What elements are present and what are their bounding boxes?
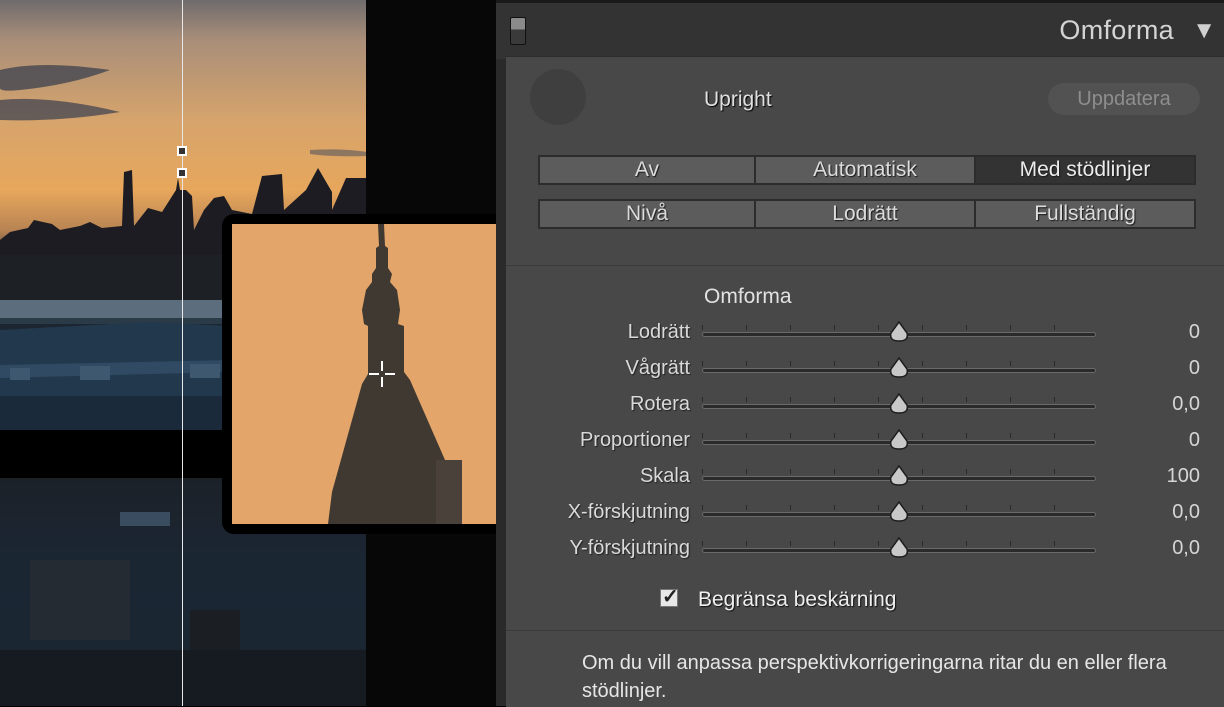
divider <box>506 265 1224 266</box>
panel-switch-toggle[interactable] <box>510 17 526 45</box>
guide-handle-bottom[interactable] <box>177 168 187 178</box>
slider-row: Skala 100 <box>506 463 1224 493</box>
slider-thumb[interactable] <box>888 501 910 523</box>
slider-row: Rotera 0,0 <box>506 391 1224 421</box>
slider-value[interactable]: 0,0 <box>1172 393 1200 416</box>
slider-thumb[interactable] <box>888 393 910 415</box>
transform-section-title: Omforma <box>704 285 792 308</box>
slider-thumb[interactable] <box>888 537 910 559</box>
slider-row: X-förskjutning 0,0 <box>506 499 1224 529</box>
slider-row: Proportioner 0 <box>506 427 1224 457</box>
slider-value[interactable]: 0 <box>1189 321 1200 344</box>
slider-label: Y-förskjutning <box>569 537 690 559</box>
slider-row: Y-förskjutning 0,0 <box>506 535 1224 565</box>
loupe-spire-image <box>232 224 496 524</box>
slider-thumb[interactable] <box>888 357 910 379</box>
constrain-crop-label[interactable]: Begränsa beskärning <box>698 588 896 612</box>
photo-canvas[interactable] <box>0 0 496 706</box>
loupe-magnifier <box>222 214 496 534</box>
divider <box>506 630 1224 631</box>
panel-body: Upright Uppdatera Av Automatisk Med stöd… <box>506 56 1224 707</box>
constrain-crop-checkbox[interactable]: ✓ <box>660 586 679 608</box>
slider-value[interactable]: 0 <box>1189 357 1200 380</box>
slider-value[interactable]: 0,0 <box>1172 501 1200 524</box>
slider-label: X-förskjutning <box>567 501 690 523</box>
slider-row: Lodrätt 0 <box>506 319 1224 349</box>
help-text: Om du vill anpassa perspektivkorrigering… <box>582 652 1167 702</box>
panel-header[interactable]: Omforma ▼ <box>496 0 1224 59</box>
guide-handle-top[interactable] <box>177 146 187 156</box>
slider-label: Vågrätt <box>625 357 690 379</box>
mode-button-vertical[interactable]: Lodrätt <box>754 199 976 229</box>
mode-button-full[interactable]: Fullständig <box>974 199 1196 229</box>
guide-line[interactable] <box>182 0 183 706</box>
triangle-down-icon[interactable]: ▼ <box>1192 17 1216 45</box>
mode-button-off[interactable]: Av <box>538 155 756 185</box>
slider-thumb[interactable] <box>888 429 910 451</box>
panel-edge <box>496 0 506 706</box>
slider-label: Rotera <box>629 393 690 415</box>
upright-indicator <box>530 69 586 125</box>
slider-value[interactable]: 0 <box>1189 429 1200 452</box>
checkmark-icon: ✓ <box>662 586 679 608</box>
slider-value[interactable]: 100 <box>1167 465 1200 488</box>
slider-row: Vågrätt 0 <box>506 355 1224 385</box>
slider-label: Lodrätt <box>627 321 690 343</box>
panel-title[interactable]: Omforma <box>1059 15 1174 46</box>
slider-thumb[interactable] <box>888 465 910 487</box>
slider-label: Skala <box>639 465 690 487</box>
slider-thumb[interactable] <box>888 321 910 343</box>
upright-label: Upright <box>704 88 772 111</box>
mode-button-auto[interactable]: Automatisk <box>754 155 976 185</box>
transform-panel: Omforma ▼ Upright Uppdatera Av Automatis… <box>496 0 1224 707</box>
update-button[interactable]: Uppdatera <box>1048 83 1200 115</box>
mode-button-guided[interactable]: Med stödlinjer <box>974 155 1196 185</box>
mode-button-level[interactable]: Nivå <box>538 199 756 229</box>
loupe-view <box>232 224 496 524</box>
slider-label: Proportioner <box>579 429 690 451</box>
slider-value[interactable]: 0,0 <box>1172 537 1200 560</box>
